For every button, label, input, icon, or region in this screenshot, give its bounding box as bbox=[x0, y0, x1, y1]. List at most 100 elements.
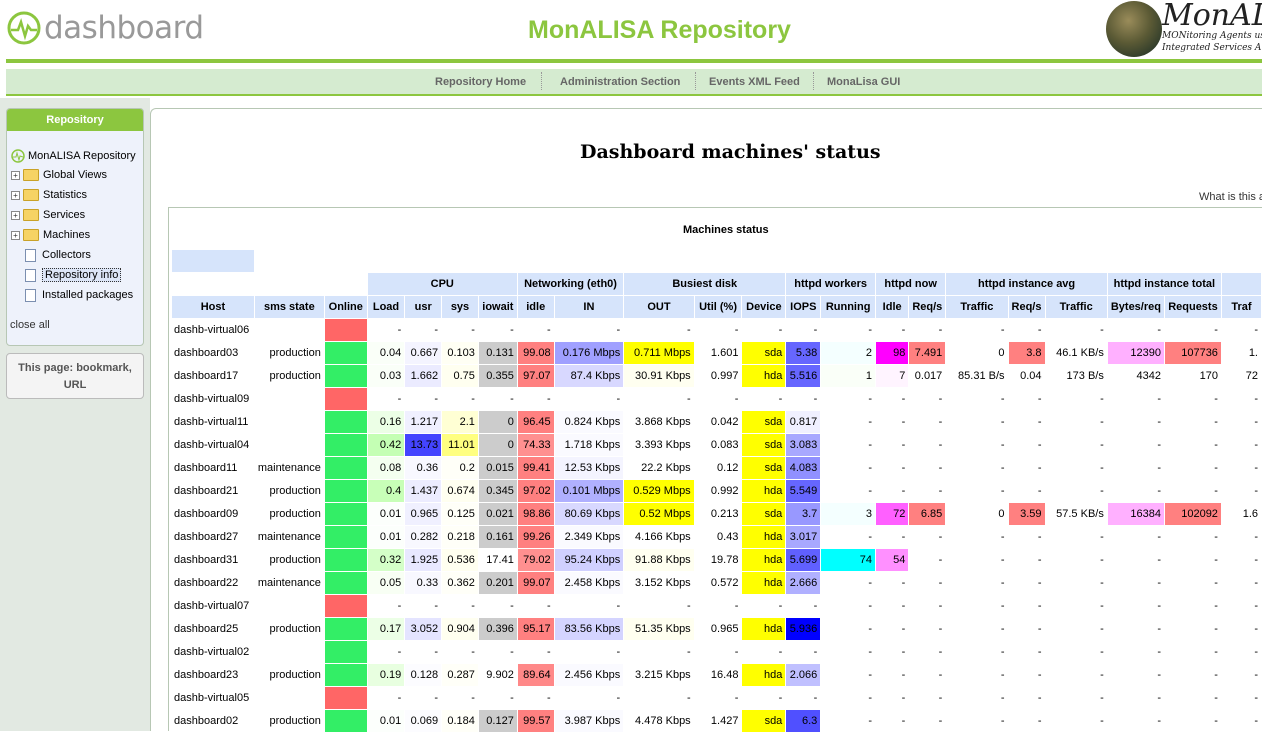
value-cell: - bbox=[1045, 618, 1107, 640]
close-all-link[interactable]: close all bbox=[10, 319, 50, 331]
host-cell[interactable]: dashb-virtual02 bbox=[172, 641, 254, 663]
value-cell: 83.56 Kbps bbox=[554, 618, 624, 640]
value-cell: 2.458 Kbps bbox=[554, 572, 624, 594]
column-header[interactable]: IOPS bbox=[786, 296, 821, 318]
this-page-box: This page: bookmark, URL bbox=[6, 353, 144, 399]
column-header[interactable]: iowait bbox=[478, 296, 517, 318]
host-cell[interactable]: dashboard22 bbox=[172, 572, 254, 594]
tree-item-installed-packages[interactable]: Installed packages bbox=[25, 286, 133, 304]
value-cell: 0.674 bbox=[442, 480, 478, 502]
column-header[interactable]: Device bbox=[742, 296, 786, 318]
column-header[interactable]: OUT bbox=[624, 296, 694, 318]
host-cell[interactable]: dashboard21 bbox=[172, 480, 254, 502]
sms-state-cell: production bbox=[254, 365, 324, 387]
host-cell[interactable]: dashboard17 bbox=[172, 365, 254, 387]
column-header[interactable]: Traffic bbox=[1045, 296, 1107, 318]
tree-item-machines[interactable]: + Machines bbox=[11, 226, 90, 244]
tree-item-collectors[interactable]: Collectors bbox=[25, 246, 91, 264]
value-cell: - bbox=[821, 411, 875, 433]
bookmark-link[interactable]: This page: bookmark, bbox=[7, 360, 143, 377]
tree-item-statistics[interactable]: + Statistics bbox=[11, 186, 87, 204]
value-cell: 3.152 Kbps bbox=[624, 572, 694, 594]
column-header[interactable]: Load bbox=[367, 296, 405, 318]
group-header: httpd instance avg bbox=[946, 273, 1107, 295]
nav-administration[interactable]: Administration Section bbox=[560, 76, 680, 88]
value-cell: - bbox=[694, 319, 742, 341]
value-cell: - bbox=[1008, 411, 1045, 433]
column-header[interactable]: Host bbox=[172, 296, 254, 318]
column-header[interactable]: Online bbox=[324, 296, 367, 318]
tree-item-repository-info[interactable]: Repository info bbox=[25, 266, 122, 284]
tree-item-services[interactable]: + Services bbox=[11, 206, 85, 224]
host-cell[interactable]: dashb-virtual09 bbox=[172, 388, 254, 410]
value-cell: 57.5 KB/s bbox=[1045, 503, 1107, 525]
column-header[interactable]: Util (%) bbox=[694, 296, 742, 318]
column-header[interactable]: Traf bbox=[1221, 296, 1261, 318]
value-cell: - bbox=[875, 664, 909, 686]
expand-icon[interactable]: + bbox=[11, 230, 20, 240]
column-header[interactable]: usr bbox=[405, 296, 442, 318]
nav-monalisa-gui[interactable]: MonaLisa GUI bbox=[827, 76, 900, 88]
online-status-cell bbox=[324, 710, 367, 732]
expand-icon[interactable]: + bbox=[11, 210, 20, 220]
host-cell[interactable]: dashboard09 bbox=[172, 503, 254, 525]
host-cell[interactable]: dashboard02 bbox=[172, 710, 254, 732]
value-cell: 85.31 B/s bbox=[946, 365, 1008, 387]
expand-icon[interactable]: + bbox=[11, 170, 20, 180]
value-cell: - bbox=[367, 388, 405, 410]
host-cell[interactable]: dashboard27 bbox=[172, 526, 254, 548]
host-cell[interactable]: dashboard03 bbox=[172, 342, 254, 364]
host-cell[interactable]: dashboard25 bbox=[172, 618, 254, 640]
group-header: httpd now bbox=[875, 273, 946, 295]
value-cell: hda bbox=[742, 572, 786, 594]
column-header[interactable]: IN bbox=[554, 296, 624, 318]
nav-repository-home[interactable]: Repository Home bbox=[435, 76, 526, 88]
value-cell: - bbox=[1221, 549, 1261, 571]
value-cell: - bbox=[405, 319, 442, 341]
what-is-this-link[interactable]: What is this a bbox=[1199, 191, 1262, 203]
nav-separator bbox=[695, 72, 696, 90]
dashboard-logo[interactable]: dashboard bbox=[6, 8, 204, 48]
host-cell[interactable]: dashb-virtual04 bbox=[172, 434, 254, 456]
column-header[interactable]: Traffic bbox=[946, 296, 1008, 318]
value-cell: - bbox=[875, 434, 909, 456]
value-cell: 0.04 bbox=[367, 342, 405, 364]
value-cell: - bbox=[1107, 687, 1164, 709]
tree-item-monalisa-repository[interactable]: MonALISA Repository bbox=[11, 147, 136, 165]
column-header[interactable]: idle bbox=[517, 296, 554, 318]
value-cell: 3.8 bbox=[1008, 342, 1045, 364]
value-cell: 0.43 bbox=[694, 526, 742, 548]
value-cell: 0 bbox=[946, 503, 1008, 525]
value-cell: - bbox=[367, 595, 405, 617]
tree-item-global-views[interactable]: + Global Views bbox=[11, 166, 107, 184]
url-link[interactable]: URL bbox=[7, 377, 143, 394]
column-header[interactable]: sys bbox=[442, 296, 478, 318]
column-header[interactable]: sms state bbox=[254, 296, 324, 318]
monalisa-logo[interactable]: MonALI MONitoring Agents usi Integrated … bbox=[1104, 0, 1262, 58]
column-header[interactable]: Idle bbox=[875, 296, 909, 318]
host-cell[interactable]: dashb-virtual06 bbox=[172, 319, 254, 341]
table-row: dashb-virtual07- - - - - - - - - - - - - - - - - - - bbox=[172, 595, 1261, 617]
host-cell[interactable]: dashb-virtual05 bbox=[172, 687, 254, 709]
column-header[interactable]: Running bbox=[821, 296, 875, 318]
host-cell[interactable]: dashboard23 bbox=[172, 664, 254, 686]
value-cell: - bbox=[624, 595, 694, 617]
host-cell[interactable]: dashb-virtual11 bbox=[172, 411, 254, 433]
nav-events-xml[interactable]: Events XML Feed bbox=[709, 76, 800, 88]
column-header[interactable]: Bytes/req bbox=[1107, 296, 1164, 318]
repository-tree-box: Repository MonALISA Repository + Global … bbox=[6, 108, 144, 346]
value-cell: - bbox=[1008, 687, 1045, 709]
column-header[interactable]: Req/s bbox=[909, 296, 946, 318]
value-cell: - bbox=[1045, 526, 1107, 548]
value-cell: - bbox=[909, 618, 946, 640]
column-header[interactable]: Requests bbox=[1164, 296, 1221, 318]
group-header-row: CPU Networking (eth0) Busiest disk httpd wo… bbox=[172, 273, 1261, 295]
host-cell[interactable]: dashboard11 bbox=[172, 457, 254, 479]
value-cell: 4.478 Kbps bbox=[624, 710, 694, 732]
host-cell[interactable]: dashboard31 bbox=[172, 549, 254, 571]
value-cell: 3 bbox=[821, 503, 875, 525]
value-cell: - bbox=[786, 319, 821, 341]
column-header[interactable]: Req/s bbox=[1008, 296, 1045, 318]
host-cell[interactable]: dashb-virtual07 bbox=[172, 595, 254, 617]
expand-icon[interactable]: + bbox=[11, 190, 20, 200]
